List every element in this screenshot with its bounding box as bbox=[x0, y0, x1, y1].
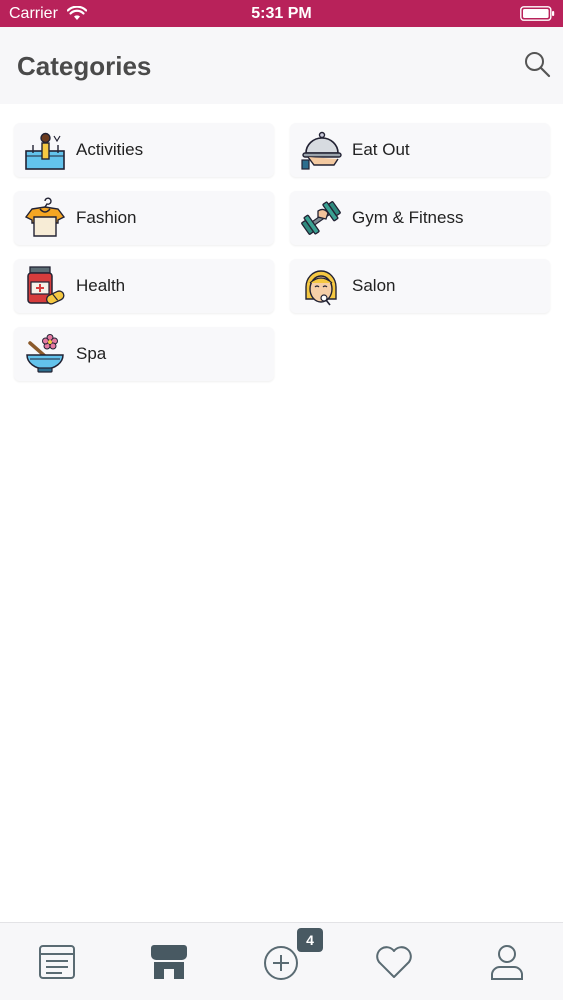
page-title: Categories bbox=[17, 51, 152, 81]
heart-icon bbox=[376, 946, 412, 978]
category-health[interactable]: Health bbox=[14, 259, 274, 313]
category-salon[interactable]: Salon bbox=[290, 259, 550, 313]
status-bar: Carrier 5:31 PM bbox=[0, 0, 563, 27]
category-eat-out[interactable]: Eat Out bbox=[290, 123, 550, 177]
tab-bar bbox=[0, 922, 563, 1000]
cart-badge: 4 bbox=[297, 928, 323, 952]
tab-favorites[interactable] bbox=[372, 939, 416, 983]
category-label: Gym & Fitness bbox=[352, 208, 464, 227]
tab-profile[interactable] bbox=[485, 939, 529, 983]
category-spa[interactable]: Spa bbox=[14, 327, 274, 381]
cloche-icon bbox=[301, 131, 342, 170]
category-grid: Activities Eat Out Fashion Gym & Fitness… bbox=[14, 123, 550, 381]
category-label: Fashion bbox=[76, 208, 137, 227]
tab-feed[interactable] bbox=[35, 939, 79, 983]
tshirt-icon bbox=[24, 197, 66, 237]
category-label: Spa bbox=[76, 344, 107, 363]
activities-icon bbox=[25, 132, 65, 170]
status-time: 5:31 PM bbox=[251, 5, 312, 22]
header: Categories bbox=[0, 27, 563, 104]
category-fashion[interactable]: Fashion bbox=[14, 191, 274, 245]
category-activities[interactable]: Activities bbox=[14, 123, 274, 177]
battery-icon bbox=[520, 6, 555, 21]
search-icon[interactable] bbox=[523, 50, 551, 78]
feed-icon bbox=[39, 945, 75, 979]
category-label: Salon bbox=[352, 276, 396, 295]
category-gym-fitness[interactable]: Gym & Fitness bbox=[290, 191, 550, 245]
screen: Carrier 5:31 PM Categories Activities Ea… bbox=[0, 0, 563, 1000]
category-label: Eat Out bbox=[352, 140, 410, 159]
tab-store[interactable] bbox=[147, 939, 191, 983]
category-label: Health bbox=[76, 276, 126, 295]
store-icon bbox=[151, 945, 187, 979]
dumbbell-icon bbox=[301, 201, 341, 235]
category-label: Activities bbox=[76, 140, 144, 159]
salon-icon bbox=[305, 270, 337, 306]
medicine-icon bbox=[27, 266, 65, 305]
profile-icon bbox=[491, 945, 523, 980]
spa-bowl-icon bbox=[26, 334, 64, 373]
